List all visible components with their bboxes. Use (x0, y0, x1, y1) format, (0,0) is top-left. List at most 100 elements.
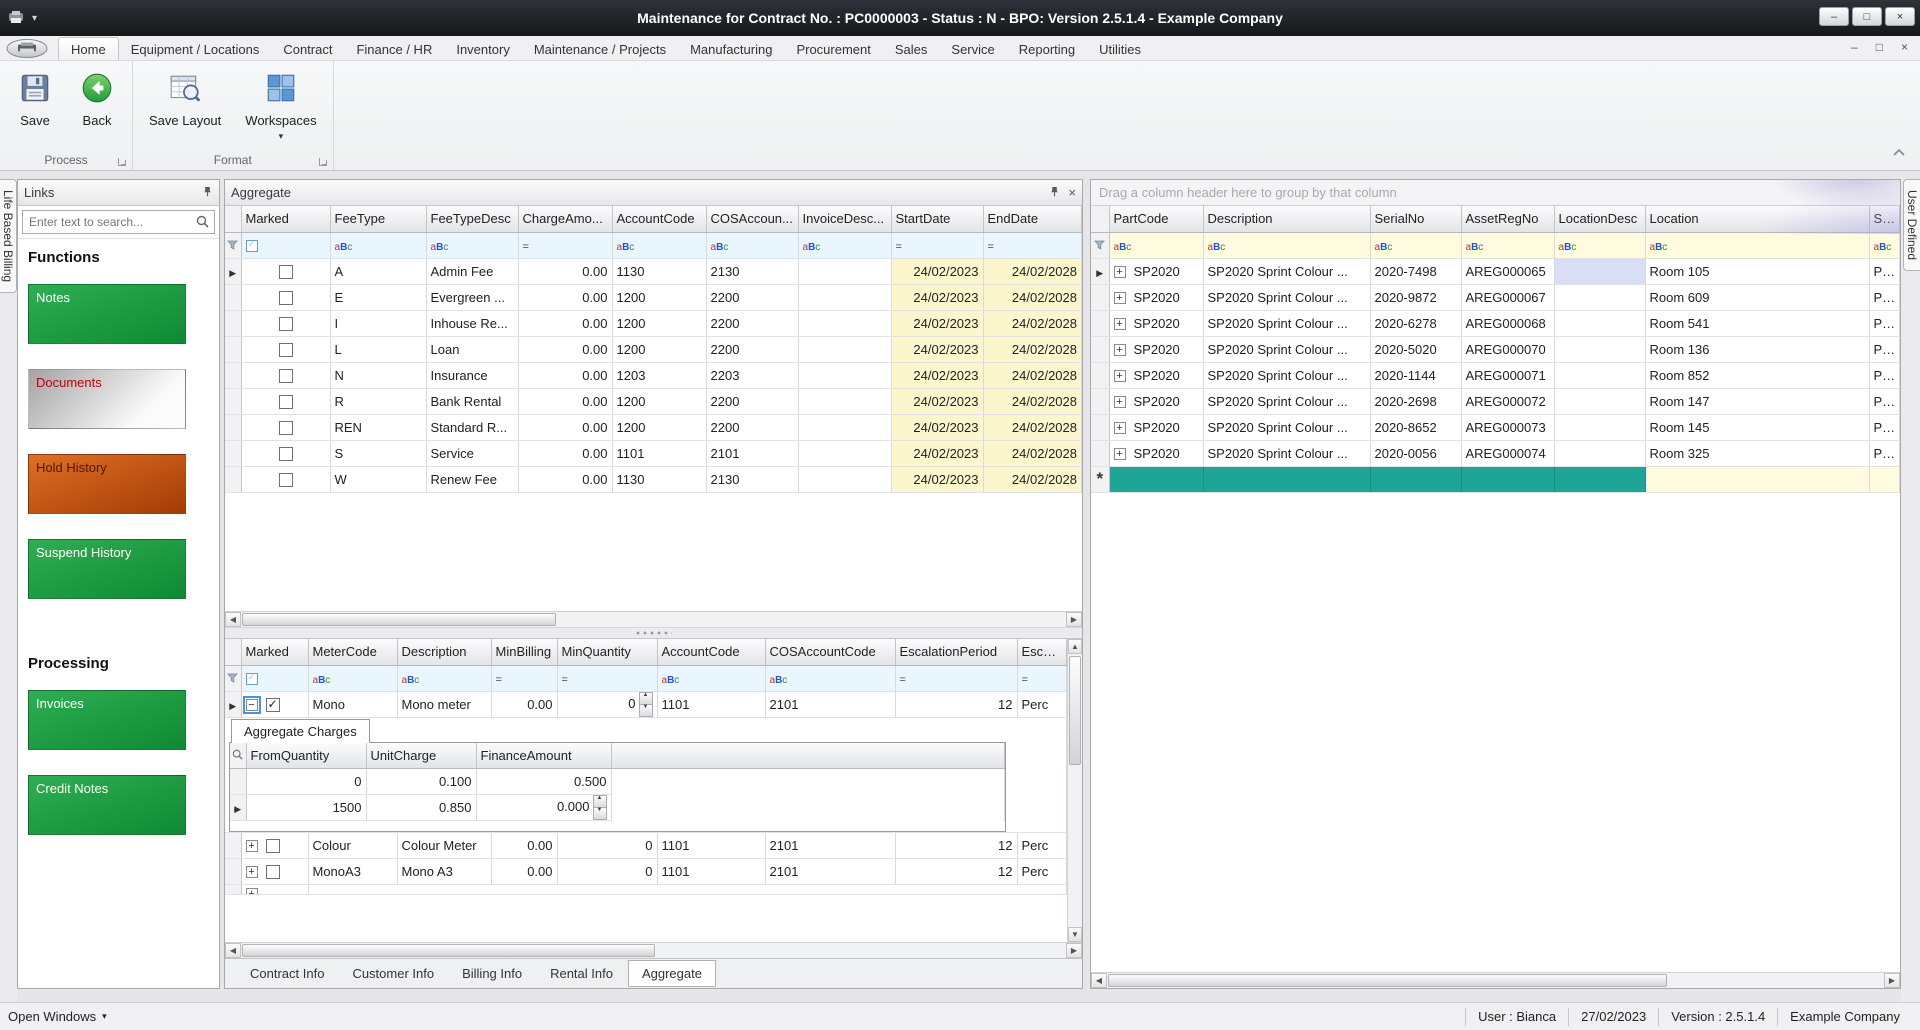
location-desc-cell[interactable] (1554, 258, 1645, 284)
marked-cell[interactable] (241, 691, 308, 717)
fee-type-desc-cell[interactable]: Standard R... (426, 414, 518, 440)
fee-type-cell[interactable]: N (330, 362, 426, 388)
life-based-billing-tab[interactable]: Life Based Billing (0, 179, 17, 293)
scroll-up-icon[interactable]: ▲ (1068, 639, 1082, 654)
end-date-cell[interactable]: 24/02/2028 (983, 414, 1082, 440)
fee-type-desc-cell[interactable]: Admin Fee (426, 258, 518, 284)
description-cell[interactable]: SP2020 Sprint Colour ... (1203, 284, 1370, 310)
column-header[interactable]: FromQuantity (246, 743, 366, 769)
column-header[interactable]: PartCode (1109, 206, 1203, 232)
marked-checkbox[interactable] (279, 447, 293, 461)
marked-cell[interactable] (241, 440, 330, 466)
account-code-cell[interactable]: 1101 (657, 691, 765, 717)
fee-type-cell[interactable]: W (330, 466, 426, 492)
cos-account-cell[interactable]: 2200 (706, 336, 798, 362)
part-code-cell[interactable]: SP2020 (1109, 388, 1203, 414)
account-code-cell[interactable]: 1101 (612, 440, 706, 466)
detail-search-header[interactable] (230, 743, 246, 769)
fee-grid-hscrollbar[interactable]: ◀ ▶ (225, 611, 1082, 627)
fee-type-desc-cell[interactable]: Insurance (426, 362, 518, 388)
charge-row[interactable]: 0 0.100 0.500 (230, 769, 1005, 795)
fee-row[interactable]: E Evergreen ... 0.00 1200 2200 24/02/202… (225, 284, 1082, 310)
fee-type-desc-cell[interactable]: Bank Rental (426, 388, 518, 414)
filter-cell[interactable] (612, 232, 706, 258)
asset-reg-no-cell[interactable]: AREG000072 (1461, 388, 1554, 414)
filter-cell[interactable] (1370, 232, 1461, 258)
start-date-cell[interactable]: 24/02/2023 (891, 440, 983, 466)
hold-history-button[interactable]: Hold History (28, 454, 186, 514)
unit-charge-cell[interactable]: 0.100 (366, 769, 476, 795)
filter-cell[interactable]: = (983, 232, 1082, 258)
location-desc-cell[interactable] (1554, 440, 1645, 466)
invoice-desc-cell[interactable] (798, 466, 891, 492)
unit-charge-cell[interactable]: 0.850 (366, 795, 476, 821)
scroll-right-icon[interactable]: ▶ (1066, 943, 1082, 958)
ribbon-tab[interactable]: Manufacturing (678, 38, 784, 60)
fee-type-cell[interactable]: I (330, 310, 426, 336)
ship-cell[interactable]: Plot (1869, 440, 1900, 466)
marked-cell[interactable] (241, 310, 330, 336)
meter-row-monoa3[interactable]: MonoA3 Mono A3 0.00 0 1101 2101 12 Perc (225, 859, 1067, 885)
expand-icon[interactable] (1114, 292, 1126, 304)
expand-icon[interactable] (1114, 344, 1126, 356)
spin-down-icon[interactable]: ▼ (639, 705, 653, 717)
fee-type-cell[interactable]: L (330, 336, 426, 362)
filter-cell[interactable] (1203, 232, 1370, 258)
account-code-cell[interactable]: 1200 (612, 414, 706, 440)
column-header[interactable]: Marked (241, 206, 330, 232)
min-billing-cell[interactable]: 0.00 (491, 691, 557, 717)
account-code-cell[interactable]: 1101 (657, 833, 765, 859)
notes-button[interactable]: Notes (28, 284, 186, 344)
account-code-cell[interactable]: 1200 (612, 336, 706, 362)
column-header[interactable]: UnitCharge (366, 743, 476, 769)
filter-cell[interactable] (706, 232, 798, 258)
column-header[interactable]: StartDate (891, 206, 983, 232)
ship-cell[interactable]: Plot (1869, 362, 1900, 388)
start-date-cell[interactable]: 24/02/2023 (891, 362, 983, 388)
filter-cell[interactable] (308, 665, 397, 691)
fee-row[interactable]: W Renew Fee 0.00 1130 2130 24/02/2023 24… (225, 466, 1082, 492)
cos-account-cell[interactable]: 2200 (706, 414, 798, 440)
user-defined-tab[interactable]: User Defined (1903, 179, 1920, 271)
ribbon-tab[interactable]: Equipment / Locations (119, 38, 272, 60)
filter-cell[interactable] (397, 665, 491, 691)
charge-amount-cell[interactable]: 0.00 (518, 336, 612, 362)
ribbon-tab[interactable]: Procurement (784, 38, 882, 60)
back-button[interactable]: Back (68, 65, 126, 130)
escalation-type-cell[interactable]: Perc (1017, 833, 1067, 859)
column-header[interactable]: MinQuantity (557, 639, 657, 665)
meter-grid-hscrollbar[interactable]: ◀ ▶ (225, 942, 1082, 958)
ribbon-tab[interactable]: Utilities (1087, 38, 1153, 60)
fee-row[interactable]: I Inhouse Re... 0.00 1200 2200 24/02/202… (225, 310, 1082, 336)
meter-code-cell[interactable]: Mono (308, 691, 397, 717)
credit-notes-button[interactable]: Credit Notes (28, 775, 186, 835)
tab[interactable]: Rental Info (537, 961, 626, 986)
serial-no-cell[interactable]: 2020-2698 (1370, 388, 1461, 414)
pin-icon[interactable] (202, 185, 213, 200)
escalation-period-cell[interactable]: 12 (895, 691, 1017, 717)
filter-cell[interactable]: = (491, 665, 557, 691)
search-icon[interactable] (196, 215, 209, 231)
spin-up-icon[interactable]: ▲ (639, 692, 653, 705)
filter-cell[interactable] (798, 232, 891, 258)
scroll-down-icon[interactable]: ▼ (1068, 927, 1082, 942)
marked-checkbox[interactable] (279, 421, 293, 435)
maximize-button[interactable]: □ (1852, 7, 1882, 26)
min-billing-cell[interactable]: 0.00 (491, 859, 557, 885)
column-header[interactable]: FeeTypeDesc (426, 206, 518, 232)
asset-reg-no-cell[interactable]: AREG000073 (1461, 414, 1554, 440)
invoice-desc-cell[interactable] (798, 258, 891, 284)
column-header[interactable]: Description (1203, 206, 1370, 232)
asset-row[interactable]: SP2020 SP2020 Sprint Colour ... 2020-114… (1091, 362, 1900, 388)
serial-no-cell[interactable]: 2020-8652 (1370, 414, 1461, 440)
column-header[interactable]: Marked (241, 639, 308, 665)
min-quantity-cell[interactable]: 0▲▼ (557, 691, 657, 717)
collapse-icon[interactable] (246, 699, 258, 711)
charge-amount-cell[interactable]: 0.00 (518, 466, 612, 492)
escalation-type-cell[interactable]: Perc (1017, 691, 1067, 717)
column-header[interactable]: ChargeAmo... (518, 206, 612, 232)
filter-cell[interactable] (1645, 232, 1869, 258)
description-cell[interactable] (1203, 466, 1370, 492)
filter-cell[interactable]: = (1017, 665, 1067, 691)
child-maximize-button[interactable]: □ (1876, 40, 1883, 54)
